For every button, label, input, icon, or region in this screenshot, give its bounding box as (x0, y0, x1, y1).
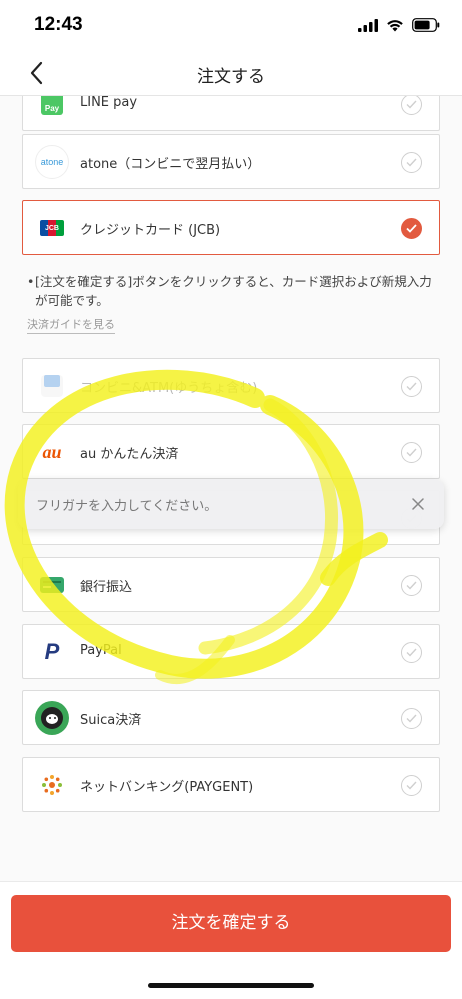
net-banking-logo-icon (35, 768, 69, 802)
radio-check-icon (401, 152, 422, 173)
payment-option-suica[interactable]: Suica決済 (22, 690, 440, 745)
radio-check-icon (401, 442, 422, 463)
jcb-logo-icon: JCB (35, 211, 69, 245)
payment-option-label: ネットバンキング(PAYGENT) (80, 780, 254, 795)
note-text: [注文を確定する]ボタンをクリックすると、カード選択および新規入力が可能です。 (35, 274, 432, 308)
payment-option-label: コンビニ&ATM(ゆうちょ含む) (80, 381, 258, 396)
payment-option-label: au かんたん決済 (80, 447, 179, 462)
convenience-store-logo-icon (35, 369, 69, 403)
line-pay-logo-icon: Pay (35, 96, 69, 121)
note-bullet: • (27, 274, 35, 289)
payment-option-line-pay[interactable]: Pay LINE pay (22, 96, 440, 131)
payment-guide-link[interactable]: 決済ガイドを見る (27, 316, 115, 334)
status-bar: 12:43 (0, 0, 462, 50)
bank-card-icon (35, 568, 69, 602)
radio-check-icon (401, 376, 422, 397)
payment-option-atone[interactable]: atone atone（コンビニで翌月払い） (22, 134, 440, 189)
payment-option-bank-transfer[interactable]: 銀行振込 (22, 557, 440, 612)
payment-option-convenience-store[interactable]: コンビニ&ATM(ゆうちょ含む) (22, 358, 440, 413)
close-icon (412, 498, 424, 510)
cellular-signal-icon (358, 18, 378, 32)
nav-bar: 注文する (0, 50, 462, 96)
payment-option-paypal[interactable]: P PayPal (22, 624, 440, 679)
payment-option-label: LINE pay (80, 96, 138, 110)
radio-checked-icon (401, 218, 422, 239)
paypal-logo-icon: P (44, 639, 60, 664)
atone-logo-icon: atone (35, 145, 69, 179)
toast-close-button[interactable] (408, 494, 428, 514)
wifi-icon (387, 19, 403, 31)
payment-option-label: Suica決済 (80, 713, 142, 728)
payment-option-label: PayPal (80, 643, 122, 658)
confirm-order-button[interactable]: 注文を確定する (11, 895, 451, 952)
payment-option-label: atone（コンビニで翌月払い） (80, 157, 261, 172)
suica-penguin-icon (35, 701, 69, 735)
payment-option-net-banking[interactable]: ネットバンキング(PAYGENT) (22, 757, 440, 812)
validation-toast: フリガナを入力してください。 (18, 479, 444, 529)
home-indicator (148, 983, 314, 988)
radio-check-icon (401, 96, 422, 115)
payment-option-credit-card[interactable]: JCB クレジットカード (JCB) (22, 200, 440, 255)
radio-check-icon (401, 575, 422, 596)
toast-message: フリガナを入力してください。 (36, 499, 218, 514)
bottom-action-area: 注文を確定する (0, 881, 462, 999)
payment-option-label: クレジットカード (JCB) (80, 223, 221, 238)
card-note: • [注文を確定する]ボタンをクリックすると、カード選択および新規入力が可能です… (27, 272, 437, 310)
page-title: 注文する (197, 67, 265, 87)
battery-icon (412, 18, 440, 32)
radio-check-icon (401, 708, 422, 729)
payment-option-label: 銀行振込 (80, 580, 133, 595)
payment-option-au-easy-payment[interactable]: au au かんたん決済 (22, 424, 440, 479)
radio-check-icon (401, 775, 422, 796)
au-logo-icon: au (42, 441, 62, 462)
radio-check-icon (401, 642, 422, 663)
status-time: 12:43 (34, 14, 83, 35)
status-icons (358, 18, 440, 32)
